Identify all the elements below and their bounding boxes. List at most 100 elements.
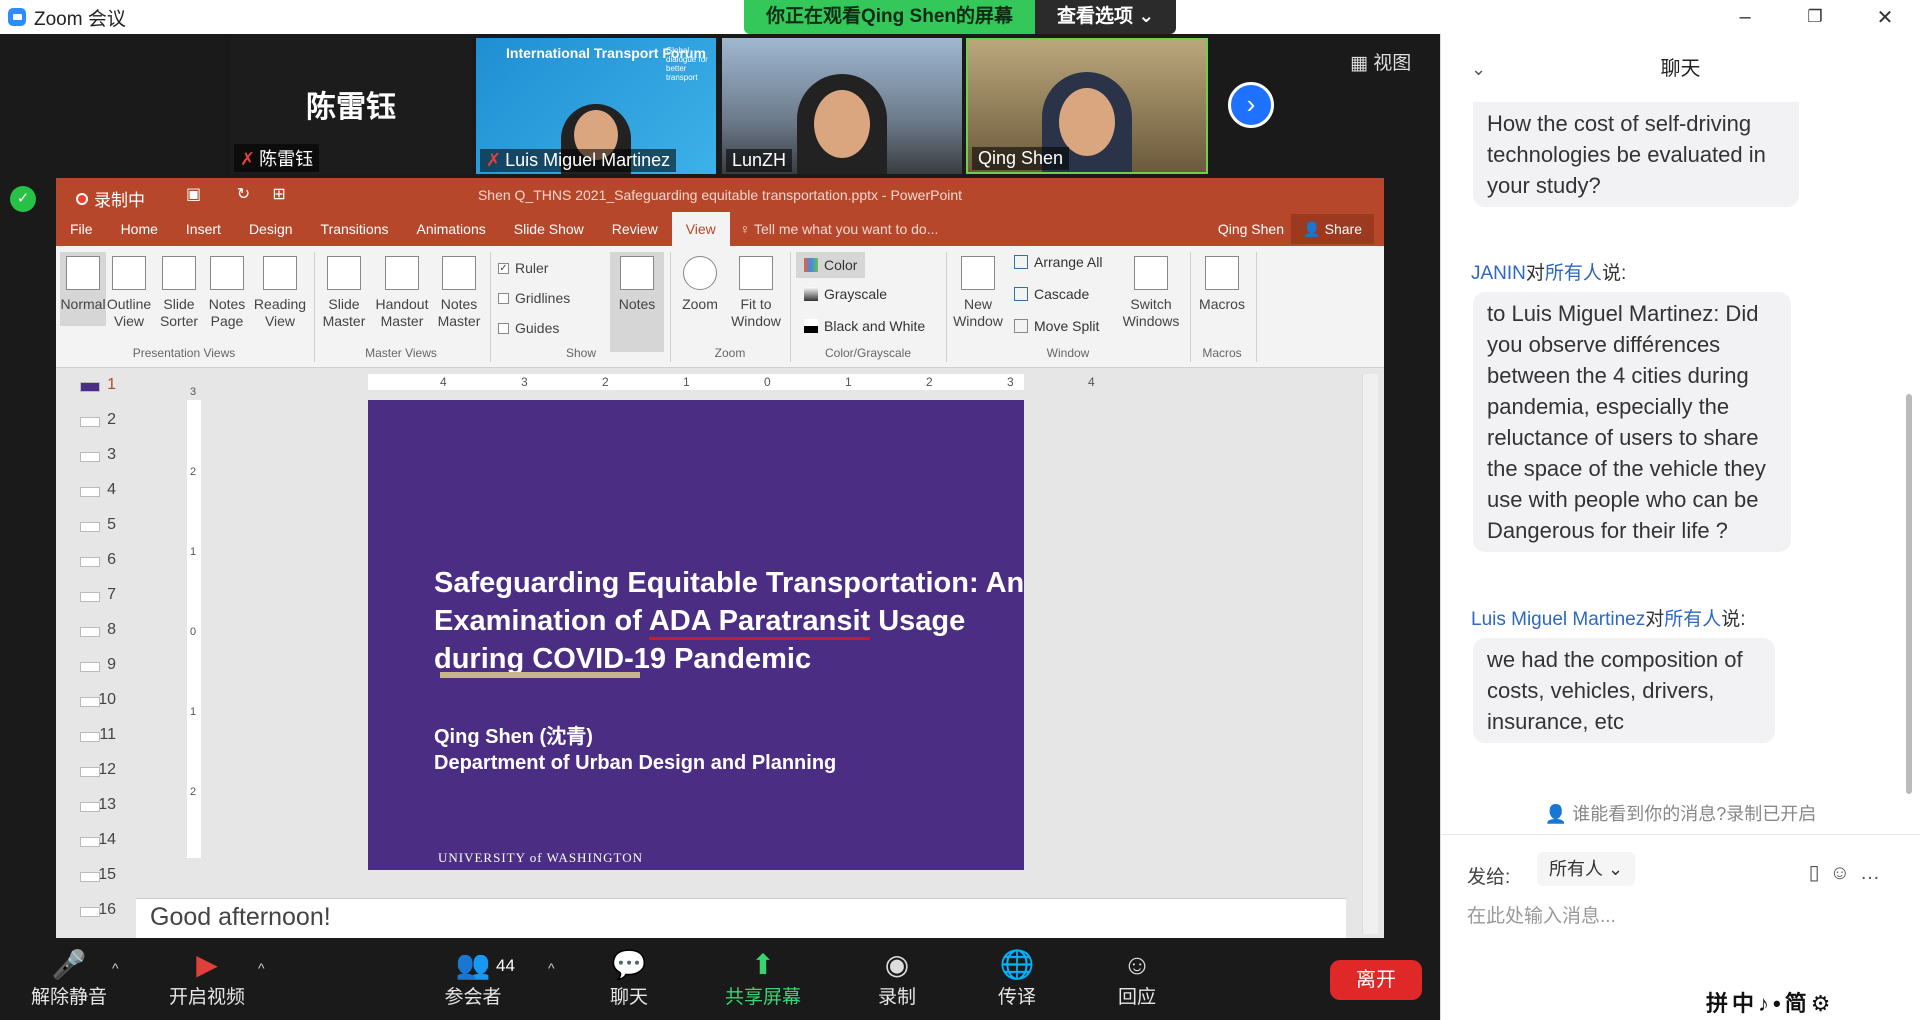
slide-thumbnail[interactable]: 15: [56, 866, 116, 884]
slide-thumbnail[interactable]: 9: [56, 656, 116, 674]
cascade-button[interactable]: Cascade: [1014, 286, 1089, 302]
reading-view-button[interactable]: Reading View: [252, 256, 308, 330]
tab-design[interactable]: Design: [235, 212, 307, 246]
present-icon[interactable]: ⊞: [272, 186, 285, 203]
participant-tile[interactable]: 陈雷钰 ✗ 陈雷钰: [230, 38, 472, 174]
participant-big-name: 陈雷钰: [306, 91, 396, 124]
tab-transitions[interactable]: Transitions: [307, 212, 403, 246]
grayscale-button[interactable]: Grayscale: [804, 286, 887, 302]
slide-thumbnail[interactable]: 6: [56, 551, 116, 569]
cascade-icon: [1014, 287, 1028, 301]
slide-thumbnail[interactable]: 10: [56, 691, 116, 709]
leave-button[interactable]: 离开: [1330, 960, 1422, 1000]
share-button[interactable]: 👤 Share: [1291, 214, 1374, 244]
tell-me-search[interactable]: ♀ Tell me what you want to do...: [740, 212, 939, 246]
outline-view-button[interactable]: Outline View: [106, 256, 152, 330]
slide-mini-preview: [80, 592, 100, 602]
participant-tile[interactable]: LunZH: [722, 38, 962, 174]
save-icon[interactable]: ▣: [186, 186, 201, 203]
close-button[interactable]: ✕: [1850, 0, 1920, 34]
slide-mini-preview: [80, 382, 100, 392]
chevron-down-icon[interactable]: ⌄: [1471, 34, 1486, 104]
normal-view-button[interactable]: Normal: [60, 252, 106, 326]
participant-count: 44: [496, 956, 515, 975]
video-options-caret[interactable]: ^: [258, 960, 265, 976]
slide-thumbnail[interactable]: 14: [56, 831, 116, 849]
black-and-white-button[interactable]: Black and White: [804, 318, 925, 334]
slide-master-button[interactable]: Slide Master: [318, 256, 370, 330]
chat-scrollbar[interactable]: [1906, 394, 1912, 794]
gridlines-checkbox[interactable]: Gridlines: [498, 290, 570, 306]
next-page-button[interactable]: ›: [1228, 82, 1274, 128]
switch-windows-button[interactable]: Switch Windows: [1120, 256, 1182, 330]
slide-thumbnail[interactable]: 1: [56, 376, 116, 394]
slide-sorter-button[interactable]: Slide Sorter: [156, 256, 202, 330]
slide-thumbnail[interactable]: 5: [56, 516, 116, 534]
ruler-checkbox[interactable]: ✓ Ruler: [498, 260, 548, 276]
new-window-button[interactable]: New Window: [950, 256, 1006, 330]
guides-checkbox[interactable]: Guides: [498, 320, 559, 336]
minimize-button[interactable]: –: [1710, 0, 1780, 34]
emoji-icon[interactable]: ☺: [1830, 862, 1860, 884]
participant-name: Qing Shen: [972, 147, 1070, 170]
notes-page-button[interactable]: Notes Page: [204, 256, 250, 330]
tab-review[interactable]: Review: [598, 212, 672, 246]
notes-toggle-button[interactable]: Notes: [610, 252, 664, 352]
ime-toolbar[interactable]: 拼中♪•简⚙: [1706, 986, 1835, 1018]
chat-button[interactable]: 💬 聊天: [574, 940, 684, 1020]
current-slide[interactable]: Safeguarding Equitable Transportation: A…: [368, 400, 1024, 870]
record-button[interactable]: ◉ 录制: [842, 940, 952, 1020]
interpretation-button[interactable]: 🌐 传译: [962, 940, 1072, 1020]
slide-thumbnail[interactable]: 8: [56, 621, 116, 639]
tab-insert[interactable]: Insert: [172, 212, 235, 246]
tab-view[interactable]: View: [671, 212, 730, 246]
black-white-icon: [804, 319, 818, 333]
slide-thumbnail[interactable]: 3: [56, 446, 116, 464]
quick-access-toolbar: ▣ ↻ ⊞: [186, 184, 286, 204]
arrange-all-button[interactable]: Arrange All: [1014, 254, 1102, 270]
color-button[interactable]: Color: [796, 252, 866, 278]
maximize-button[interactable]: ❐: [1780, 0, 1850, 34]
audio-options-caret[interactable]: ^: [112, 960, 119, 976]
participants-options-caret[interactable]: ^: [548, 960, 555, 976]
share-screen-button[interactable]: ⬆ 共享屏幕: [708, 940, 818, 1020]
start-video-button[interactable]: ▶ 开启视频: [152, 940, 262, 1020]
send-to-label: 发给:: [1467, 867, 1511, 888]
meeting-toolbar: 🎤 解除静音 ^ ▶ 开启视频 ^ 👥 参会者 44 ^ 💬 聊天 ⬆ 共享屏幕 ◉ 录制 …: [0, 940, 1440, 1020]
slide-thumbnail[interactable]: 12: [56, 761, 116, 779]
tab-file[interactable]: File: [56, 212, 107, 246]
view-button[interactable]: ▦ 视图: [1350, 48, 1411, 75]
speaker-notes[interactable]: Good afternoon!: [136, 898, 1346, 938]
notes-master-button[interactable]: Notes Master: [434, 256, 484, 330]
slide-thumbnail[interactable]: 16: [56, 901, 116, 919]
participant-tile-active[interactable]: Qing Shen: [966, 38, 1208, 174]
handout-master-button[interactable]: Handout Master: [372, 256, 432, 330]
tab-slide-show[interactable]: Slide Show: [500, 212, 598, 246]
participants-button[interactable]: 👥 参会者: [418, 940, 528, 1020]
chat-input[interactable]: [1467, 902, 1887, 932]
recipient-dropdown[interactable]: 所有人 ⌄: [1537, 852, 1636, 886]
who-can-see-link[interactable]: 👤 谁能看到你的消息?录制已开启: [1441, 800, 1920, 826]
slide-thumbnail[interactable]: 7: [56, 586, 116, 604]
handout-master-icon: [385, 256, 419, 290]
slide-scrollbar[interactable]: [1362, 374, 1378, 934]
ruler-tick-label: 1: [845, 375, 852, 389]
fit-to-window-button[interactable]: Fit to Window: [728, 256, 784, 330]
unmute-button[interactable]: 🎤 解除静音: [14, 940, 124, 1020]
zoom-button[interactable]: Zoom: [676, 256, 724, 313]
redo-icon[interactable]: ↻: [237, 186, 250, 203]
more-icon[interactable]: …: [1860, 862, 1890, 884]
slide-thumbnail[interactable]: 4: [56, 481, 116, 499]
slide-thumbnail[interactable]: 2: [56, 411, 116, 429]
file-icon[interactable]: ▯: [1809, 862, 1830, 884]
slide-thumbnail[interactable]: 13: [56, 796, 116, 814]
reactions-button[interactable]: ☺ 回应: [1082, 940, 1192, 1020]
slide-thumbnail[interactable]: 11: [56, 726, 116, 744]
participant-tile[interactable]: International Transport Forum Global dia…: [476, 38, 716, 174]
tab-animations[interactable]: Animations: [402, 212, 499, 246]
macros-button[interactable]: Macros: [1196, 256, 1248, 313]
tab-home[interactable]: Home: [107, 212, 172, 246]
move-split-button[interactable]: Move Split: [1014, 318, 1099, 334]
view-options-button[interactable]: 查看选项 ⌄: [1035, 0, 1177, 34]
shield-icon: ✓: [10, 186, 36, 212]
